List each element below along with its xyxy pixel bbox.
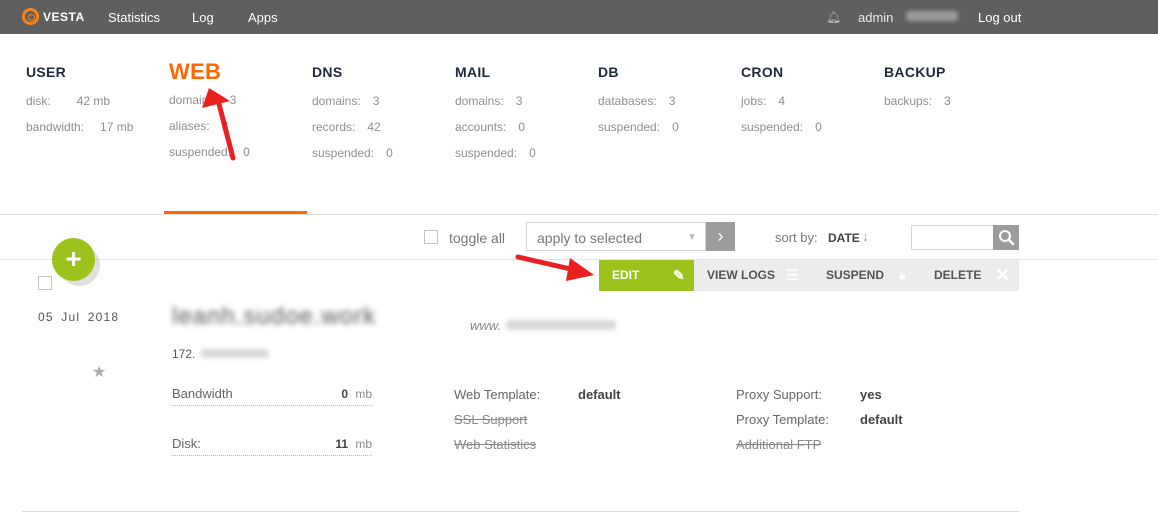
- annotation-arrows: [202, 88, 594, 281]
- annotation-arrow-edit-button: [515, 254, 594, 281]
- annotation-arrow-web-tab: [202, 88, 236, 161]
